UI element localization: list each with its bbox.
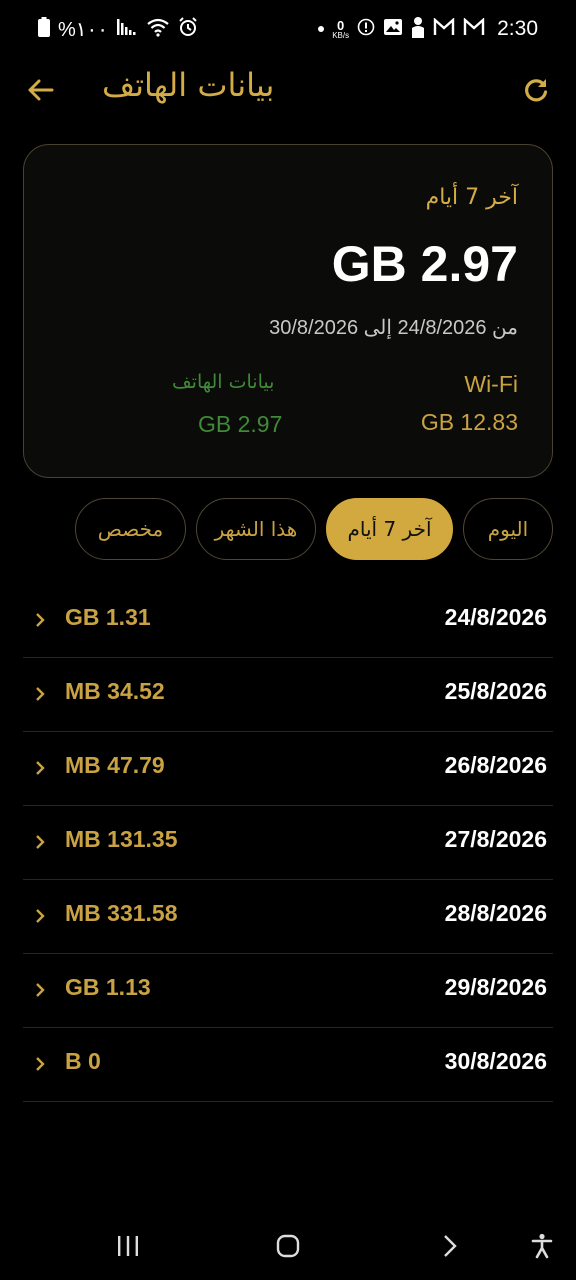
clock: 2:30: [497, 17, 538, 40]
summary-total: GB 2.97: [331, 236, 518, 292]
back-button[interactable]: [20, 70, 60, 110]
gallery-icon: [383, 17, 403, 41]
lock-person-icon: [411, 16, 425, 42]
accessibility-icon: [531, 1233, 553, 1259]
wifi-status-icon: [146, 17, 170, 41]
net-speed: 0 KB/s: [332, 17, 350, 40]
daily-usage-amount: MB 47.79: [65, 752, 165, 778]
chevron-right-icon: [36, 909, 45, 923]
daily-usage-amount: B 0: [65, 1048, 101, 1074]
daily-usage-amount: GB 1.31: [65, 604, 151, 630]
app-header: بيانات الهاتف: [0, 58, 576, 120]
chevron-right-icon: [36, 1057, 45, 1071]
daily-usage-date: 24/8/2026: [444, 604, 547, 630]
page-title: بيانات الهاتف: [102, 66, 275, 104]
daily-usage-amount: MB 131.35: [65, 826, 178, 852]
chevron-right-icon: [36, 835, 45, 849]
status-bar-left: %١٠٠: [38, 16, 198, 42]
battery-icon: [38, 17, 50, 41]
daily-usage-row[interactable]: MB 331.58 28/8/2026: [23, 880, 553, 954]
mobile-data-label: بيانات الهاتف: [172, 371, 275, 393]
system-nav-bar: [0, 1208, 576, 1280]
daily-usage-row[interactable]: GB 1.13 29/8/2026: [23, 954, 553, 1028]
daily-usage-date: 28/8/2026: [444, 900, 547, 926]
recents-button[interactable]: [106, 1224, 150, 1268]
back-nav-icon: [444, 1235, 457, 1257]
daily-usage-date: 26/8/2026: [444, 752, 547, 778]
chevron-right-icon: [36, 983, 45, 997]
refresh-icon: [525, 79, 548, 102]
refresh-button[interactable]: [514, 68, 558, 112]
chevron-right-icon: [36, 613, 45, 627]
status-bar-right: 0 KB/s 2:30: [318, 16, 538, 42]
chevron-right-icon: [36, 761, 45, 775]
gmail-icon-2: [463, 17, 485, 40]
daily-usage-row[interactable]: MB 47.79 26/8/2026: [23, 732, 553, 806]
filter-chip-today[interactable]: اليوم: [463, 498, 553, 560]
signal-icon: [116, 17, 138, 41]
status-bar: %١٠٠ 0 KB/s 2:30: [0, 0, 576, 58]
daily-usage-amount: GB 1.13: [65, 974, 151, 1000]
accessibility-button[interactable]: [520, 1224, 564, 1268]
daily-usage-list: GB 1.31 24/8/2026 MB 34.52 25/8/2026 MB …: [23, 584, 553, 1102]
back-arrow-icon: [28, 79, 54, 101]
daily-usage-date: 29/8/2026: [444, 974, 547, 1000]
daily-usage-amount: MB 331.58: [65, 900, 178, 926]
info-icon: [357, 18, 375, 40]
nav-back-button[interactable]: [428, 1224, 472, 1268]
wifi-label: Wi-Fi: [464, 371, 518, 397]
home-icon: [276, 1234, 300, 1258]
daily-usage-row[interactable]: MB 34.52 25/8/2026: [23, 658, 553, 732]
filter-chip-this-month[interactable]: هذا الشهر: [196, 498, 316, 560]
filter-chip-last-7-days[interactable]: آخر 7 أيام: [326, 498, 453, 560]
summary-period-label: آخر 7 أيام: [425, 185, 518, 210]
daily-usage-row[interactable]: MB 131.35 27/8/2026: [23, 806, 553, 880]
daily-usage-date: 27/8/2026: [444, 826, 547, 852]
daily-usage-amount: MB 34.52: [65, 678, 165, 704]
usage-summary-card: آخر 7 أيام GB 2.97 من 24/8/2026 إلى 30/8…: [23, 144, 553, 478]
home-button[interactable]: [266, 1224, 310, 1268]
gmail-icon: [433, 17, 455, 40]
daily-usage-date: 30/8/2026: [444, 1048, 547, 1074]
notification-dot-icon: [318, 26, 325, 32]
battery-percent: %١٠٠: [58, 18, 109, 41]
filter-chip-custom[interactable]: مخصص: [75, 498, 186, 560]
recents-icon: [118, 1236, 138, 1256]
daily-usage-row[interactable]: GB 1.31 24/8/2026: [23, 584, 553, 658]
chevron-right-icon: [36, 687, 45, 701]
mobile-data-value: GB 2.97: [198, 411, 283, 437]
wifi-value: GB 12.83: [420, 409, 518, 435]
period-filter-chips: اليوم آخر 7 أيام هذا الشهر مخصص: [0, 498, 576, 562]
alarm-icon: [178, 17, 198, 41]
daily-usage-row[interactable]: B 0 30/8/2026: [23, 1028, 553, 1102]
daily-usage-date: 25/8/2026: [444, 678, 547, 704]
summary-date-range: من 24/8/2026 إلى 30/8/2026: [269, 317, 518, 339]
